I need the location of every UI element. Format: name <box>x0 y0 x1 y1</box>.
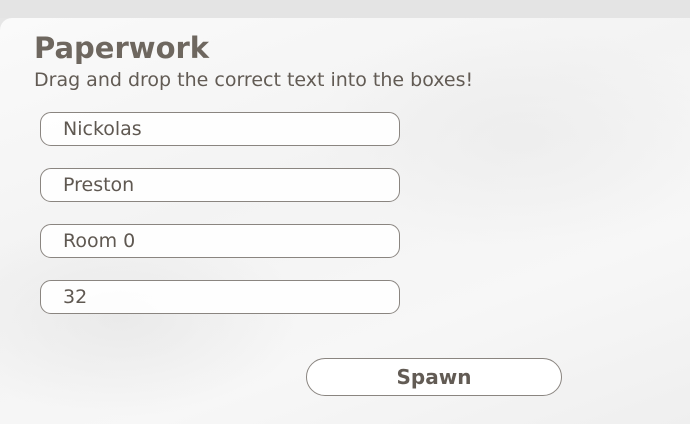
draggable-text-box-number[interactable]: 32 <box>40 280 400 314</box>
draggable-text-box-room[interactable]: Room 0 <box>40 224 400 258</box>
paperwork-panel: Paperwork Drag and drop the correct text… <box>0 18 690 424</box>
panel-instructions: Drag and drop the correct text into the … <box>34 69 474 91</box>
spawn-button[interactable]: Spawn <box>306 358 562 396</box>
draggable-text-box-first-name[interactable]: Nickolas <box>40 112 400 146</box>
panel-title: Paperwork <box>34 31 210 65</box>
draggable-text-box-last-name[interactable]: Preston <box>40 168 400 202</box>
top-strip <box>0 0 690 18</box>
